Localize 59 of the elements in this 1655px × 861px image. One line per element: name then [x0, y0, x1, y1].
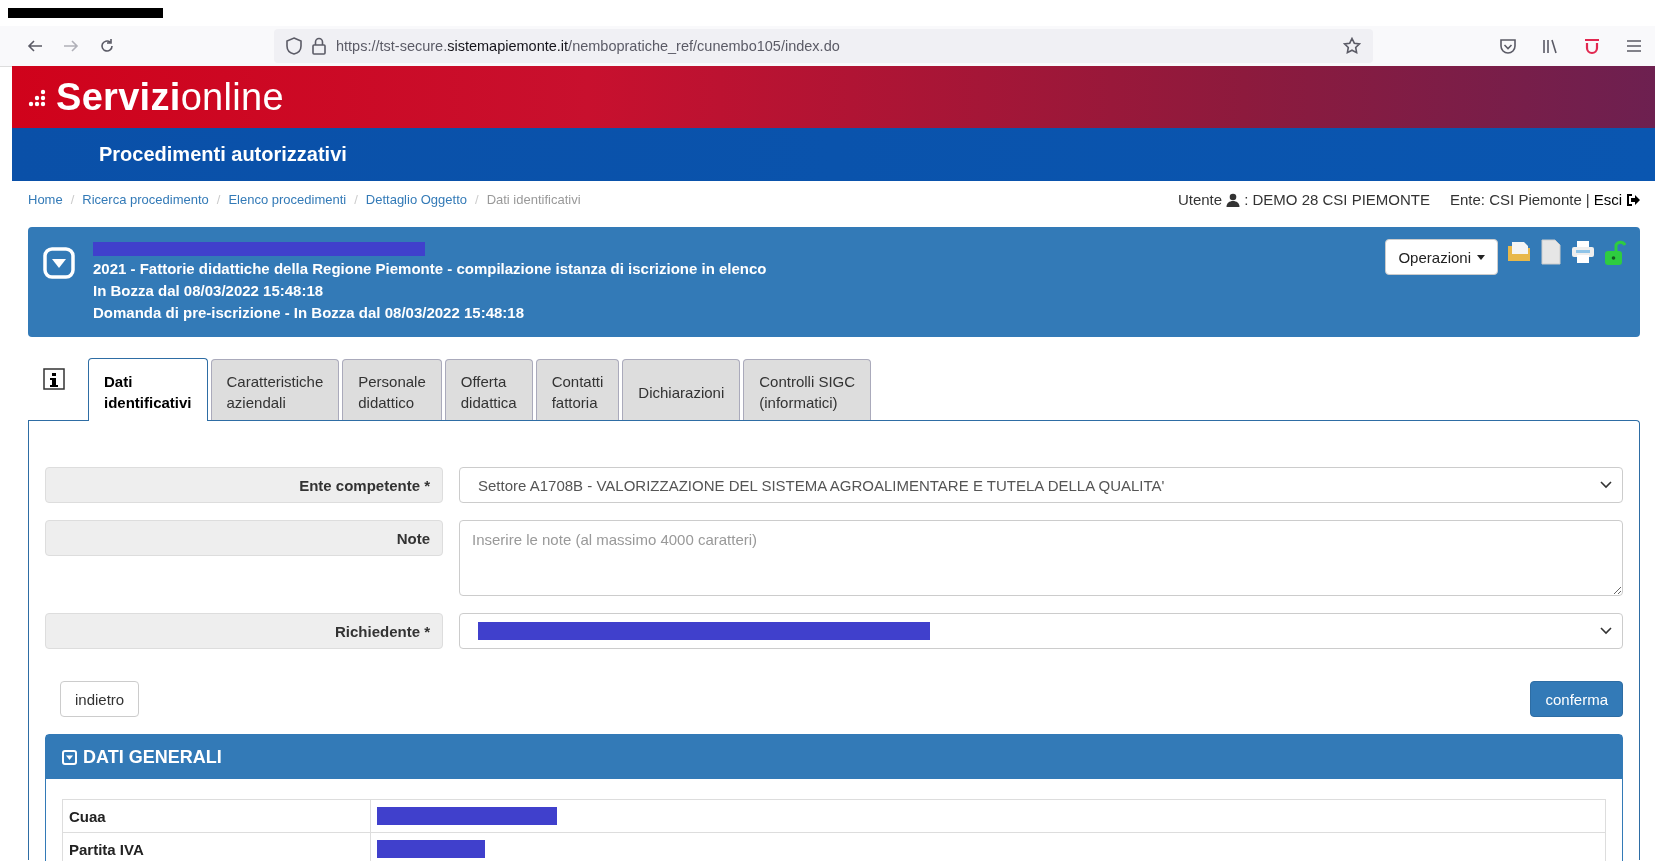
tab[interactable]: Contatti fattoria — [535, 359, 620, 420]
shield-icon — [286, 37, 302, 55]
object-info-text: Domanda di pre-iscrizione - In Bozza dal 08/03/2022 15:48:18 — [93, 304, 525, 322]
select-field[interactable]: Settore A1708B - VALORIZZAZIONE DEL SISTEMA AGROALIMENTARE E TUTELA DELLA QUALITA' — [459, 467, 1623, 503]
site-logo[interactable]: Servizionline — [56, 75, 284, 119]
separator-text: | — [1585, 191, 1590, 208]
breadcrumb-link[interactable]: Dettaglio Oggetto — [365, 192, 467, 207]
caret-icon — [1477, 254, 1485, 260]
object-info-text: In Bozza dal 08/03/2022 15:48:18 — [93, 282, 325, 300]
breadcrumb-link[interactable]: Ricerca procedimento — [82, 192, 209, 207]
chevron-down-icon — [1600, 481, 1612, 489]
breadcrumb-separator: / — [474, 192, 480, 207]
shield-extension-icon[interactable] — [1583, 37, 1601, 55]
field-label: Ente competente * — [45, 467, 443, 503]
breadcrumb-current: Dati identificativi — [486, 192, 581, 207]
collapse-icon[interactable] — [62, 749, 77, 765]
printer-icon[interactable] — [1570, 239, 1596, 265]
breadcrumb-link[interactable]: Home — [28, 192, 63, 207]
ente-label: Ente: CSI Piemonte — [1450, 191, 1582, 208]
reload-icon[interactable] — [98, 37, 116, 55]
tab[interactable]: Controlli SIGC (informatici) — [743, 359, 872, 420]
url-text: https://tst-secure.sistemapiemonte.it/nembopratiche_ref/cunembo105/index.do — [336, 38, 841, 54]
address-bar[interactable]: https://tst-secure.sistemapiemonte.it/nembopratiche_ref/cunembo105/index.do — [274, 29, 1373, 63]
chevron-down-icon — [1600, 627, 1612, 635]
back-button[interactable]: indietro — [60, 681, 140, 717]
library-icon[interactable] — [1541, 37, 1559, 55]
collapse-toggle-icon[interactable] — [43, 247, 75, 279]
breadcrumb-separator: / — [69, 192, 76, 207]
section-title: Procedimenti autorizzativi — [99, 143, 347, 166]
tab[interactable]: Dati identificativi — [88, 358, 208, 421]
object-info-text: 2021 - Fattorie didattiche della Regione Piemonte - compilazione istanza di iscrizione in elenco — [93, 260, 768, 278]
select-field[interactable] — [459, 613, 1623, 649]
select-value: Settore A1708B - VALORIZZAZIONE DEL SISTEMA AGROALIMENTARE E TUTELA DELLA QUALITA' — [478, 476, 1165, 494]
tab[interactable]: Offerta didattica — [444, 359, 533, 420]
logout-link[interactable]: Esci — [1593, 191, 1622, 208]
breadcrumb-link[interactable]: Elenco procedimenti — [228, 192, 347, 207]
user-icon — [1226, 192, 1241, 207]
breadcrumb-separator: / — [353, 192, 359, 207]
document-icon[interactable] — [1540, 239, 1562, 265]
user-name: : DEMO 28 CSI PIEMONTE — [1244, 191, 1430, 208]
lock-icon — [312, 37, 326, 55]
table-cell: Cuaa — [62, 799, 371, 833]
section-title: DATI GENERALI — [83, 746, 222, 768]
table-cell: Partita IVA — [62, 832, 371, 861]
operations-dropdown[interactable]: Operazioni — [1385, 239, 1498, 275]
tab[interactable]: Personale didattico — [342, 359, 442, 420]
breadcrumb-separator: / — [215, 192, 222, 207]
notes-textarea[interactable]: Inserire le note (al massimo 4000 caratteri) — [459, 520, 1623, 596]
info-icon[interactable] — [43, 368, 65, 390]
user-label: Utente — [1177, 191, 1223, 208]
tab[interactable]: Dichiarazioni — [622, 359, 741, 420]
bookmark-star-icon[interactable] — [1343, 37, 1361, 55]
pocket-icon[interactable] — [1499, 37, 1517, 55]
logout-icon — [1626, 192, 1640, 207]
menu-icon[interactable] — [1625, 37, 1643, 55]
field-label: Note — [45, 520, 443, 556]
confirm-button[interactable]: conferma — [1530, 681, 1623, 717]
tab[interactable]: Caratteristiche aziendali — [210, 359, 340, 420]
field-label: Richiedente * — [45, 613, 443, 649]
